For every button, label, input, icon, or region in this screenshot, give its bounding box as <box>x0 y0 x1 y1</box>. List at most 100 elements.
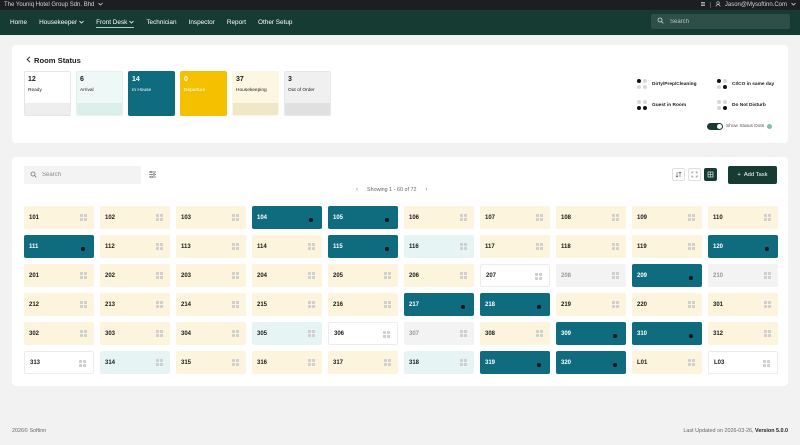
room-tile[interactable]: 313 <box>24 351 94 374</box>
back-icon[interactable] <box>26 56 31 65</box>
global-search[interactable] <box>651 14 790 29</box>
room-tile[interactable]: 116 <box>404 235 474 258</box>
room-grid-icon <box>611 272 619 280</box>
chevron-down-icon[interactable] <box>98 2 104 8</box>
room-number: 206 <box>409 272 420 279</box>
room-tile[interactable]: 310 <box>632 322 702 345</box>
info-icon[interactable] <box>767 124 773 129</box>
nav-item-home[interactable]: Home <box>10 10 27 35</box>
room-tile[interactable]: 307 <box>404 322 474 345</box>
room-tile[interactable]: 119 <box>632 235 702 258</box>
room-tile[interactable]: 109 <box>632 206 702 229</box>
room-tile[interactable]: 108 <box>556 206 626 229</box>
room-tile[interactable]: 113 <box>176 235 246 258</box>
room-tile[interactable]: 320 <box>556 351 626 374</box>
room-tile[interactable]: 205 <box>328 264 398 287</box>
room-tile[interactable]: 218 <box>480 293 550 316</box>
global-search-input[interactable] <box>670 18 780 25</box>
room-tile[interactable]: 306 <box>328 322 398 345</box>
room-tile[interactable]: 112 <box>100 235 170 258</box>
room-search[interactable] <box>24 166 141 184</box>
room-tile[interactable]: 308 <box>480 322 550 345</box>
room-tile[interactable]: 202 <box>100 264 170 287</box>
status-card-in-house[interactable]: 14 In House <box>128 71 175 116</box>
room-tile[interactable]: 213 <box>100 293 170 316</box>
room-number: 117 <box>485 243 495 250</box>
room-tile[interactable]: 216 <box>328 293 398 316</box>
chevron-down-icon[interactable] <box>791 2 796 8</box>
room-tile[interactable]: 111 <box>24 235 94 258</box>
status-card-arrival[interactable]: 6 Arrival <box>76 71 123 116</box>
room-search-input[interactable] <box>42 172 132 178</box>
room-tile[interactable]: 208 <box>556 264 626 287</box>
room-tile[interactable]: 315 <box>176 351 246 374</box>
room-tile[interactable]: 319 <box>480 351 550 374</box>
room-tile[interactable]: 212 <box>24 293 94 316</box>
next-page-button[interactable]: › <box>425 187 427 193</box>
room-tile[interactable]: 207 <box>480 264 550 287</box>
filter-icon[interactable] <box>148 170 157 181</box>
room-tile[interactable]: 110 <box>708 206 778 229</box>
list-icon[interactable] <box>700 1 706 9</box>
room-tile[interactable]: 104 <box>252 206 322 229</box>
room-tile[interactable]: 217 <box>404 293 474 316</box>
room-tile[interactable]: 220 <box>632 293 702 316</box>
room-tile[interactable]: 301 <box>708 293 778 316</box>
room-tile[interactable]: 117 <box>480 235 550 258</box>
company-name[interactable]: The Youniq Hotel Group Sdn. Bhd <box>4 2 94 8</box>
room-tile[interactable]: 210 <box>708 264 778 287</box>
status-card-housekeeping[interactable]: 37 Housekeeping <box>232 71 279 116</box>
room-tile[interactable]: 316 <box>252 351 322 374</box>
room-tile[interactable]: 107 <box>480 206 550 229</box>
room-tile[interactable]: 206 <box>404 264 474 287</box>
nav-item-report[interactable]: Report <box>227 10 246 35</box>
room-tile[interactable]: 302 <box>24 322 94 345</box>
room-tile[interactable]: 101 <box>24 206 94 229</box>
room-grid-icon <box>231 330 239 338</box>
room-tile[interactable]: 105 <box>328 206 398 229</box>
card-strip <box>181 103 226 115</box>
room-number: 308 <box>485 330 496 337</box>
status-card-ready[interactable]: 12 Ready <box>24 71 71 116</box>
expand-icon[interactable] <box>688 168 701 181</box>
room-tile[interactable]: L01 <box>632 351 702 374</box>
room-tile[interactable]: 201 <box>24 264 94 287</box>
status-count: 0 <box>184 76 188 83</box>
status-card-out-of-order[interactable]: 3 Out of Order <box>284 71 331 116</box>
room-tile[interactable]: 204 <box>252 264 322 287</box>
nav-item-technician[interactable]: Technician <box>146 10 176 35</box>
room-tile[interactable]: 215 <box>252 293 322 316</box>
room-tile[interactable]: 304 <box>176 322 246 345</box>
room-tile[interactable]: 114 <box>252 235 322 258</box>
room-tile[interactable]: 106 <box>404 206 474 229</box>
room-tile[interactable]: 309 <box>556 322 626 345</box>
grid-view-button[interactable] <box>704 168 717 181</box>
room-tile[interactable]: 314 <box>100 351 170 374</box>
room-tile[interactable]: 312 <box>708 322 778 345</box>
room-tile[interactable]: 118 <box>556 235 626 258</box>
room-tile[interactable]: 203 <box>176 264 246 287</box>
room-tile[interactable]: 209 <box>632 264 702 287</box>
nav-item-front-desk[interactable]: Front Desk <box>96 10 135 35</box>
status-card-departure[interactable]: 0 Departure <box>180 71 227 116</box>
room-tile[interactable]: 214 <box>176 293 246 316</box>
room-tile[interactable]: 305 <box>252 322 322 345</box>
show-status-dots-toggle[interactable] <box>707 123 723 130</box>
room-tile[interactable]: 318 <box>404 351 474 374</box>
room-number: 109 <box>637 214 648 221</box>
room-tile[interactable]: 102 <box>100 206 170 229</box>
room-tile[interactable]: 303 <box>100 322 170 345</box>
room-tile[interactable]: 115 <box>328 235 398 258</box>
nav-item-other-setup[interactable]: Other Setup <box>258 10 292 35</box>
room-tile[interactable]: 317 <box>328 351 398 374</box>
prev-page-button[interactable]: ‹ <box>356 187 358 193</box>
user-email[interactable]: Jason@Mysoftinn.Com <box>725 2 787 8</box>
nav-item-inspector[interactable]: Inspector <box>189 10 215 35</box>
room-tile[interactable]: L03 <box>708 351 778 374</box>
sort-button[interactable] <box>672 168 685 181</box>
room-tile[interactable]: 219 <box>556 293 626 316</box>
room-tile[interactable]: 103 <box>176 206 246 229</box>
add-task-button[interactable]: + Add Task <box>728 166 777 184</box>
room-tile[interactable]: 120 <box>708 235 778 258</box>
nav-item-housekeeper[interactable]: Housekeeper <box>39 10 84 35</box>
